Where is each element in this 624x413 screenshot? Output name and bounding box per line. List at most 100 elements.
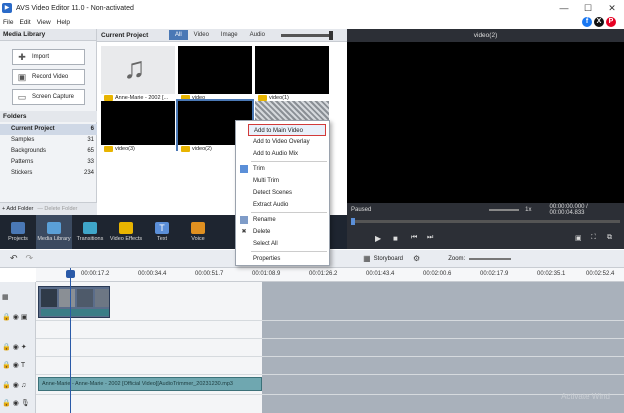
eye-icon[interactable]: ◉ — [13, 399, 19, 407]
screen-icon: ▭ — [17, 91, 27, 102]
next-frame-icon[interactable]: ⏭ — [427, 234, 433, 242]
media-item-video-3[interactable] — [101, 101, 175, 149]
menu-select-all[interactable]: Select All — [236, 238, 329, 250]
menu-add-to-audio-mix[interactable]: Add to Audio Mix — [236, 148, 329, 160]
folder-stickers[interactable]: Stickers 234 — [0, 168, 97, 179]
media-item-label: video(3) — [101, 145, 175, 153]
voice-tool-button[interactable]: Voice — [180, 215, 216, 249]
playback-speed: 1x — [525, 206, 532, 213]
close-button[interactable]: ✕ — [600, 0, 624, 16]
filter-video-tab[interactable]: Video — [188, 30, 215, 40]
menu-help[interactable]: Help — [57, 19, 70, 26]
project-title: Current Project — [101, 31, 149, 39]
ruler-label: 00:01:26.2 — [309, 271, 338, 277]
track-divider — [36, 394, 624, 395]
menu-trim[interactable]: Trim — [236, 163, 329, 175]
video-effects-tool-button[interactable]: Video Effects — [108, 215, 144, 249]
record-video-label: Record Video — [32, 74, 69, 80]
settings-icon[interactable]: ⚙ — [413, 254, 420, 263]
folder-current-project[interactable]: Current Project 6 — [0, 124, 97, 135]
text-tool-button[interactable]: T Text — [144, 215, 180, 249]
menu-add-to-main-video[interactable]: Add to Main Video — [248, 124, 326, 136]
menu-extract-audio[interactable]: Extract Audio — [236, 199, 329, 211]
projects-tool-button[interactable]: Projects — [0, 215, 36, 249]
playback-status: Paused — [351, 206, 372, 213]
menu-view[interactable]: View — [37, 19, 51, 26]
import-button[interactable]: ✚ Import — [12, 49, 85, 65]
audio-clip[interactable]: Anne-Marie - Anne-Marie - 2002 [Official… — [38, 377, 262, 391]
menu-properties[interactable]: Properties — [236, 253, 329, 265]
pinterest-icon[interactable]: P — [606, 17, 616, 27]
prev-frame-icon[interactable]: ⏮ — [411, 234, 417, 242]
storyboard-icon[interactable]: ▦ — [363, 254, 371, 263]
speed-slider[interactable] — [489, 208, 520, 211]
preview-seek-bar[interactable] — [351, 220, 620, 223]
x-twitter-icon[interactable]: X — [594, 17, 604, 27]
eye-icon[interactable]: ◉ — [13, 343, 19, 351]
playhead-handle[interactable] — [66, 270, 75, 278]
folder-backgrounds[interactable]: Backgrounds 65 — [0, 146, 97, 157]
snapshot-icon[interactable]: ▣ — [575, 234, 582, 242]
filter-all-tab[interactable]: All — [169, 30, 188, 40]
maximize-button[interactable]: ☐ — [576, 0, 600, 16]
storyboard-button[interactable]: Storyboard — [374, 256, 403, 262]
video-clip[interactable] — [38, 286, 110, 318]
transitions-tool-button[interactable]: Transitions — [72, 215, 108, 249]
overlay-icon: ▣ — [20, 314, 28, 321]
import-label: Import — [32, 54, 50, 60]
menu-detect-scenes[interactable]: Detect Scenes — [236, 187, 329, 199]
folder-patterns[interactable]: Patterns 33 — [0, 157, 97, 168]
menu-add-to-video-overlay[interactable]: Add to Video Overlay — [236, 136, 329, 148]
media-item-audio[interactable]: ♫ — [101, 46, 175, 94]
ruler-label: 00:02:00.6 — [423, 271, 452, 277]
track-divider — [36, 338, 624, 339]
projects-icon — [11, 222, 25, 234]
playhead-line — [70, 268, 71, 413]
record-video-button[interactable]: ▣ Record Video — [12, 69, 85, 85]
media-item-video-1[interactable] — [255, 46, 329, 94]
eye-icon[interactable]: ◉ — [13, 381, 19, 389]
transitions-icon — [83, 222, 97, 234]
media-library-tool-button[interactable]: Media Library — [36, 215, 72, 249]
preview-seek-handle[interactable] — [351, 218, 355, 225]
lock-icon[interactable]: 🔒 — [2, 399, 11, 407]
timeline-ruler[interactable]: 00:00:17.2 00:00:34.4 00:00:51.7 00:01:0… — [36, 268, 624, 282]
eye-icon[interactable]: ◉ — [13, 313, 19, 321]
playback-time: 00:00:00.000 / 00:00:04.833 — [549, 203, 588, 216]
menu-multi-trim[interactable]: Multi Trim — [236, 175, 329, 187]
delete-folder-button[interactable]: — Delete Folder — [37, 206, 77, 212]
filter-image-tab[interactable]: Image — [215, 30, 244, 40]
minimize-button[interactable]: — — [552, 0, 576, 16]
menu-edit[interactable]: Edit — [19, 19, 30, 26]
lock-icon[interactable]: 🔒 — [2, 313, 11, 321]
timeline-zoom-slider[interactable] — [469, 257, 512, 260]
add-folder-button[interactable]: + Add Folder — [2, 206, 33, 212]
music-icon: ♫ — [20, 381, 27, 389]
menu-delete[interactable]: Delete — [236, 226, 329, 238]
effects-icon: ✦ — [20, 344, 27, 351]
thumbnail-zoom-slider[interactable] — [281, 34, 331, 37]
filter-audio-tab[interactable]: Audio — [244, 30, 271, 40]
lock-icon[interactable]: 🔒 — [2, 381, 11, 389]
facebook-icon[interactable]: f — [582, 17, 592, 27]
menu-file[interactable]: File — [3, 19, 13, 26]
stop-icon[interactable]: ■ — [393, 234, 398, 243]
lock-icon[interactable]: 🔒 — [2, 343, 11, 351]
play-icon[interactable]: ▶ — [375, 234, 381, 243]
video-tag-icon — [181, 146, 190, 152]
video-effects-icon — [119, 222, 133, 234]
window-title: AVS Video Editor 11.0 - Non-activated — [16, 4, 134, 12]
music-note-icon: ♫ — [123, 52, 146, 85]
media-item-video[interactable] — [178, 46, 252, 94]
eye-icon[interactable]: ◉ — [13, 361, 19, 369]
menu-rename[interactable]: Rename — [236, 214, 329, 226]
clip-frame — [41, 289, 57, 307]
detach-icon[interactable]: ⧉ — [607, 234, 612, 242]
lock-icon[interactable]: 🔒 — [2, 361, 11, 369]
redo-icon[interactable]: ↷ — [26, 253, 34, 264]
folder-samples[interactable]: Samples 31 — [0, 135, 97, 146]
undo-icon[interactable]: ↶ — [10, 253, 18, 264]
thumbnail-zoom-handle[interactable] — [329, 31, 333, 40]
fullscreen-icon[interactable]: ⛶ — [591, 234, 596, 242]
screen-capture-button[interactable]: ▭ Screen Capture — [12, 89, 85, 105]
